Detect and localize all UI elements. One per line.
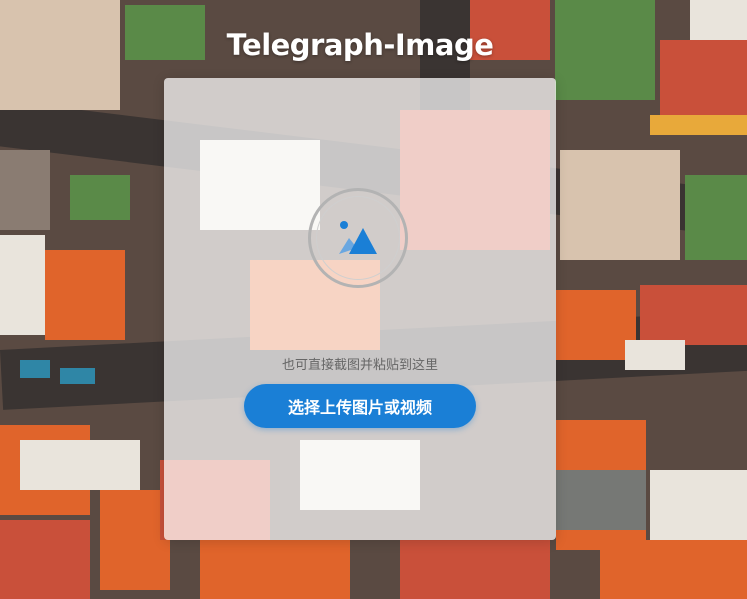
- image-upload-icon: [339, 221, 377, 254]
- page-title: Telegraph-Image: [226, 28, 494, 62]
- upload-area-ring[interactable]: [308, 188, 408, 288]
- paste-hint: 也可直接截图并粘贴到这里: [281, 358, 438, 373]
- select-file-button[interactable]: 选择上传图片或视频: [244, 384, 476, 428]
- upload-dropzone[interactable]: 也可直接截图并粘贴到这里 选择上传图片或视频: [164, 78, 556, 540]
